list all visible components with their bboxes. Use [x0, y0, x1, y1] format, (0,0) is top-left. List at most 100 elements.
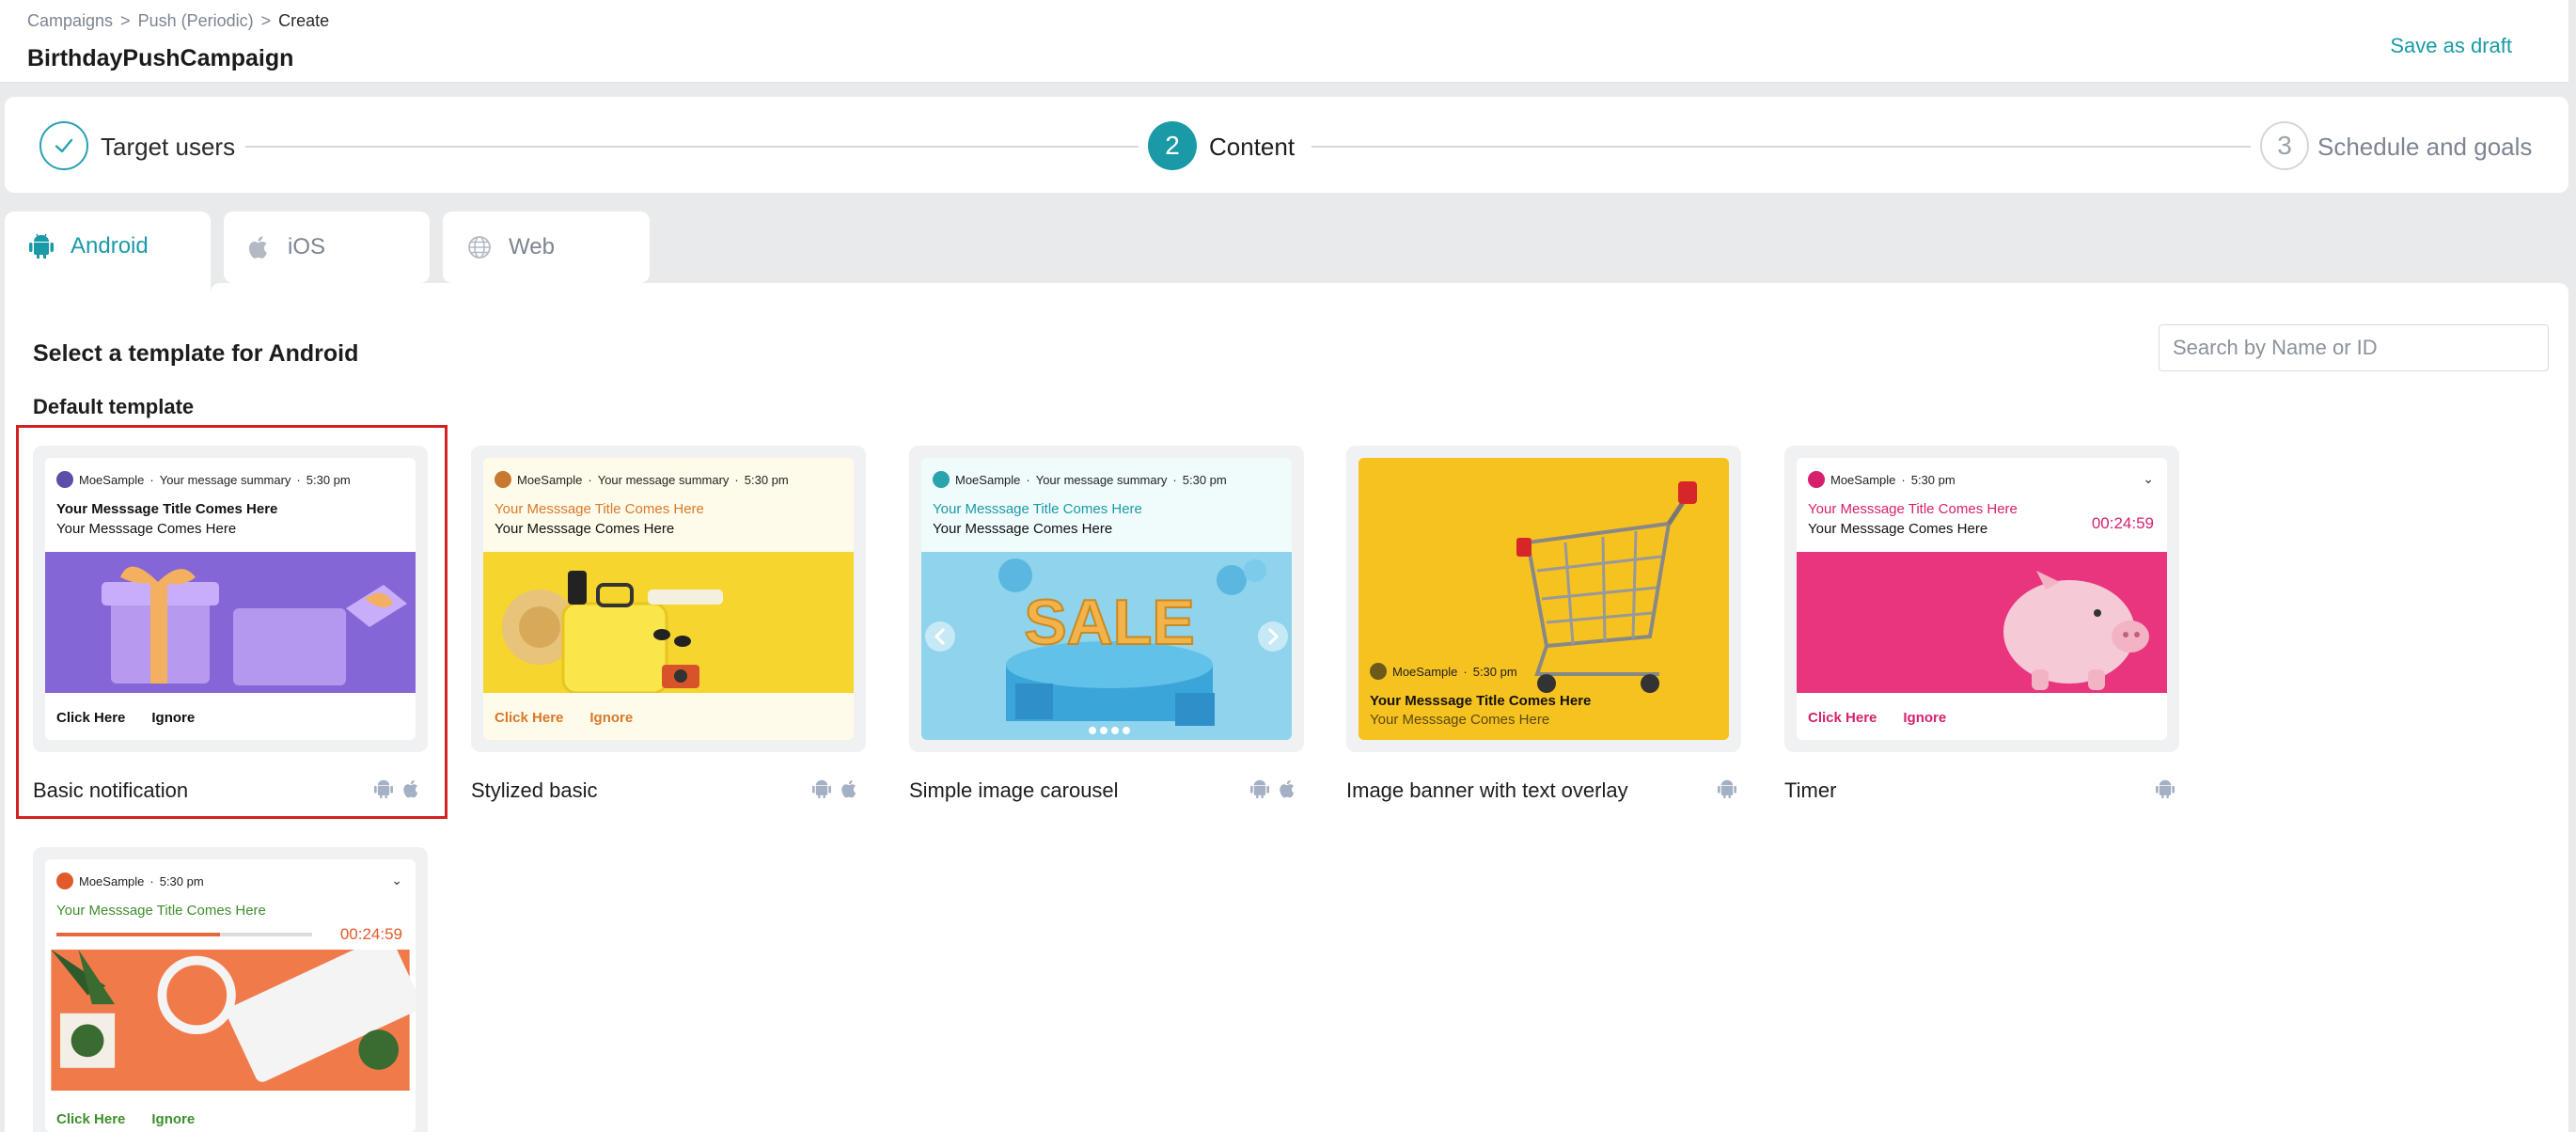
breadcrumb-separator: > — [260, 11, 272, 30]
notification-header: MoeSample · Your message summary · 5:30 pm — [933, 471, 1227, 488]
app-name: MoeSample — [79, 873, 145, 888]
template-card-basic-notification[interactable]: MoeSample · Your message summary · 5:30 pm… — [33, 446, 428, 752]
time-text: 5:30 pm — [306, 472, 351, 487]
notification-header: MoeSample · 5:30 pm — [1370, 663, 1517, 680]
notification-preview: MoeSample · Your message summary · 5:30 pm… — [45, 458, 416, 740]
template-name: Simple image carousel — [909, 778, 1119, 802]
platform-icons — [2156, 778, 2175, 799]
notification-title: Your Messsage Title Comes Here — [1370, 693, 1592, 709]
globe-icon — [468, 236, 491, 259]
step-number-content[interactable]: 2 — [1148, 121, 1197, 170]
breadcrumb-separator: > — [120, 11, 131, 30]
save-as-draft-button[interactable]: Save as draft — [2390, 34, 2512, 58]
template-card-progress-timer[interactable]: MoeSample · 5:30 pm ⌄ Your Messsage Title… — [33, 847, 428, 1132]
app-icon — [933, 471, 950, 488]
click-here-button: Click Here — [56, 710, 126, 726]
breadcrumb-push-periodic[interactable]: Push (Periodic) — [138, 11, 254, 30]
android-icon — [1250, 779, 1269, 798]
app-icon — [495, 471, 511, 488]
carousel-next-button — [1258, 621, 1288, 652]
notification-actions: Click Here Ignore — [56, 710, 195, 726]
template-name: Stylized basic — [471, 778, 598, 802]
time-text: 5:30 pm — [1472, 664, 1517, 679]
tab-ios-label: iOS — [288, 234, 326, 259]
ignore-button: Ignore — [151, 1111, 196, 1127]
app-icon — [56, 471, 73, 488]
time-text: 5:30 pm — [159, 873, 204, 888]
ignore-button: Ignore — [1903, 710, 1947, 726]
notification-title: Your Messsage Title Comes Here — [56, 903, 266, 919]
android-icon — [29, 233, 54, 259]
template-card-stylized-basic[interactable]: MoeSample · Your message summary · 5:30 pm… — [471, 446, 866, 752]
android-icon — [2156, 779, 2175, 798]
tab-android[interactable]: Android — [5, 212, 211, 302]
carousel-prev-button — [925, 621, 955, 652]
notification-title: Your Messsage Title Comes Here — [495, 501, 704, 517]
step-number-schedule[interactable]: 3 — [2260, 121, 2309, 170]
notification-preview: MoeSample · 5:30 pm Your Messsage Title C… — [1359, 458, 1729, 740]
gift-boxes-image — [45, 552, 416, 693]
notification-body: Your Messsage Comes Here — [933, 521, 1113, 537]
app-name: MoeSample — [517, 472, 583, 487]
headphones-keyboard-image — [51, 950, 416, 1091]
apple-icon — [403, 779, 418, 798]
breadcrumb: Campaigns > Push (Periodic) > Create — [27, 11, 329, 31]
time-text: 5:30 pm — [744, 472, 789, 487]
sale-image-text: SALE — [1024, 587, 1194, 658]
tab-web[interactable]: Web — [443, 212, 650, 283]
progress-bar-fill — [56, 933, 221, 936]
app-icon — [56, 873, 73, 889]
android-icon — [374, 779, 393, 798]
notification-title: Your Messsage Title Comes Here — [933, 501, 1142, 517]
travel-suitcase-image — [483, 552, 854, 693]
page-title: BirthdayPushCampaign — [27, 45, 294, 71]
notification-title: Your Messsage Title Comes Here — [1808, 501, 2018, 517]
countdown-timer: 00:24:59 — [339, 925, 402, 943]
search-input[interactable] — [2159, 324, 2549, 371]
app-name: MoeSample — [955, 472, 1021, 487]
sale-carousel-image: SALE — [921, 552, 1292, 740]
step-target-users[interactable]: Target users — [101, 133, 235, 162]
notification-header: MoeSample · 5:30 pm — [1808, 471, 1956, 488]
section-heading: Select a template for Android — [33, 340, 359, 367]
notification-preview: MoeSample · 5:30 pm ⌄ Your Messsage Title… — [1797, 458, 2167, 740]
template-card-simple-image-carousel[interactable]: MoeSample · Your message summary · 5:30 pm… — [909, 446, 1304, 752]
summary-text: Your message summary — [597, 472, 730, 487]
tab-android-label: Android — [71, 233, 149, 259]
step-content[interactable]: Content — [1209, 133, 1295, 162]
time-text: 5:30 pm — [1182, 472, 1227, 487]
time-text: 5:30 pm — [1910, 472, 1956, 487]
notification-header: MoeSample · 5:30 pm — [56, 873, 204, 889]
notification-actions: Click Here Ignore — [56, 1111, 195, 1127]
step-done-check-icon[interactable] — [39, 121, 88, 170]
click-here-button: Click Here — [56, 1111, 126, 1127]
default-template-heading: Default template — [33, 395, 195, 418]
platform-icons — [1250, 778, 1297, 799]
notification-preview: MoeSample · 5:30 pm ⌄ Your Messsage Title… — [45, 859, 416, 1132]
summary-text: Your message summary — [1035, 472, 1168, 487]
app-icon — [1370, 663, 1387, 680]
progress-bar — [56, 933, 312, 936]
android-icon — [1718, 779, 1736, 798]
chevron-down-icon: ⌄ — [2143, 471, 2154, 486]
template-name: Image banner with text overlay — [1346, 778, 1628, 802]
notification-body: Your Messsage Comes Here — [56, 521, 237, 537]
click-here-button: Click Here — [495, 710, 564, 726]
apple-icon — [248, 236, 267, 259]
template-card-image-banner[interactable]: MoeSample · 5:30 pm Your Messsage Title C… — [1346, 446, 1741, 752]
app-name: MoeSample — [1830, 472, 1896, 487]
template-name: Basic notification — [33, 778, 189, 802]
page-header: Campaigns > Push (Periodic) > Create Birthda… — [0, 0, 2568, 83]
piggy-bank-image — [1797, 552, 2167, 693]
template-card-timer[interactable]: MoeSample · 5:30 pm ⌄ Your Messsage Title… — [1784, 446, 2179, 752]
step-schedule-and-goals[interactable]: Schedule and goals — [2317, 133, 2532, 162]
app-icon — [1808, 471, 1825, 488]
step-connector — [245, 146, 1139, 148]
campaign-stepper: Target users 2 Content 3 Schedule and go… — [5, 97, 2568, 193]
tab-ios[interactable]: iOS — [224, 212, 430, 283]
step-connector — [1312, 146, 2251, 148]
app-name: MoeSample — [79, 472, 145, 487]
summary-text: Your message summary — [159, 472, 291, 487]
breadcrumb-campaigns[interactable]: Campaigns — [27, 11, 113, 30]
notification-header: MoeSample · Your message summary · 5:30 pm — [495, 471, 789, 488]
